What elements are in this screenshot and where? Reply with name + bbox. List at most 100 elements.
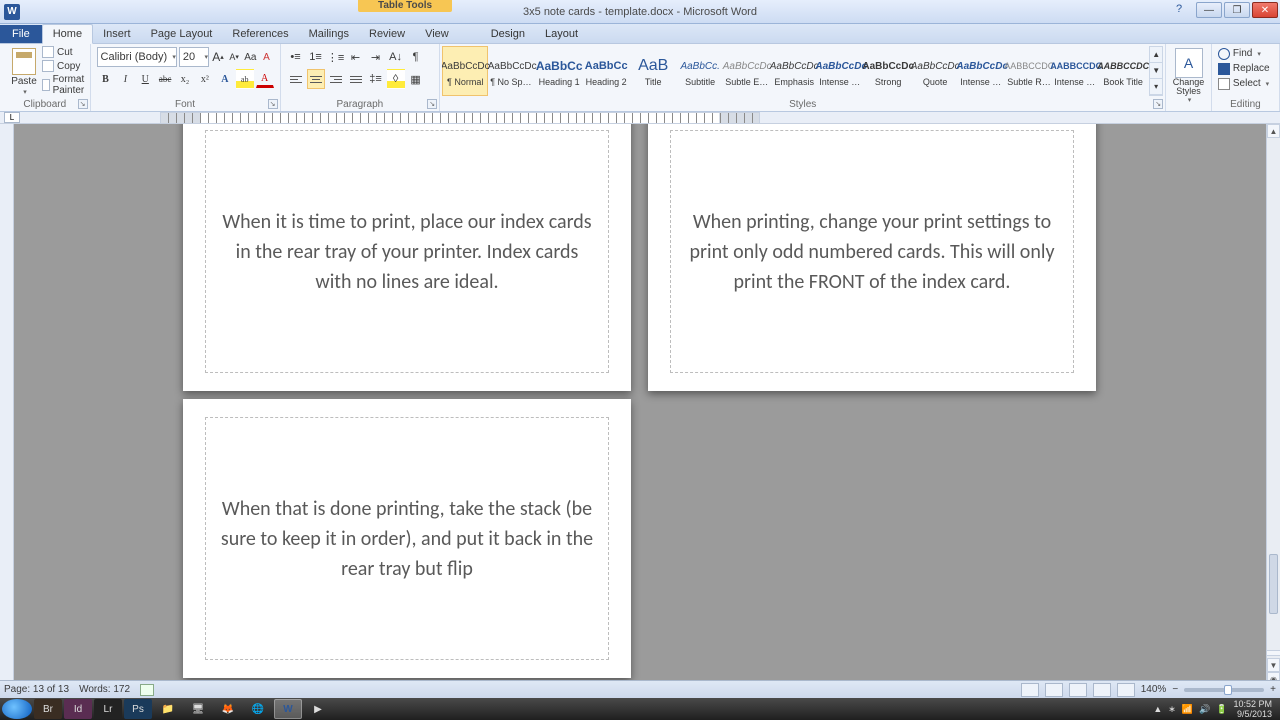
close-button[interactable]: ✕ xyxy=(1252,2,1278,18)
index-card-page[interactable]: When that is done printing, take the sta… xyxy=(183,399,631,678)
scroll-up-button[interactable]: ▲ xyxy=(1267,124,1280,138)
help-icon[interactable]: ? xyxy=(1170,3,1188,15)
font-color-button[interactable]: A xyxy=(256,71,274,88)
style--no-spaci-[interactable]: AaBbCcDc¶ No Spaci... xyxy=(489,46,535,96)
font-size-combo[interactable]: 20▾ xyxy=(179,47,209,67)
styles-dialog-launcher[interactable]: ↘ xyxy=(1153,99,1163,109)
taskbar-app[interactable]: 🌐 xyxy=(244,699,272,719)
font-dialog-launcher[interactable]: ↘ xyxy=(268,99,278,109)
proofing-icon[interactable] xyxy=(140,684,154,696)
underline-button[interactable]: U xyxy=(136,69,154,89)
zoom-in-button[interactable]: + xyxy=(1270,684,1276,695)
format-painter-button[interactable]: Format Painter xyxy=(42,74,90,96)
file-tab[interactable]: File xyxy=(0,25,42,43)
print-layout-view-button[interactable] xyxy=(1021,683,1039,697)
scroll-thumb[interactable] xyxy=(1269,554,1278,614)
minimize-button[interactable]: — xyxy=(1196,2,1222,18)
shading-button[interactable]: ◊ xyxy=(387,69,405,89)
taskbar-app[interactable]: Lr xyxy=(94,699,122,719)
change-styles-button[interactable]: Change Styles ▾ xyxy=(1166,44,1212,111)
increase-indent-button[interactable]: ⇥ xyxy=(367,47,385,67)
sort-button[interactable]: A↓ xyxy=(387,47,405,67)
card-cell[interactable]: When it is time to print, place our inde… xyxy=(205,130,609,373)
italic-button[interactable]: I xyxy=(116,69,134,89)
tab-references[interactable]: References xyxy=(222,25,298,43)
scroll-down-button[interactable]: ▼ xyxy=(1267,658,1280,672)
cut-button[interactable]: Cut xyxy=(42,46,90,58)
text-effects-button[interactable]: A xyxy=(216,69,234,89)
select-button[interactable]: Select▾ xyxy=(1218,76,1273,91)
style-book-title[interactable]: AABBCCDCBook Title xyxy=(1100,46,1146,96)
align-center-button[interactable] xyxy=(307,69,325,89)
line-spacing-button[interactable]: ‡≡ xyxy=(367,69,385,89)
split-handle[interactable] xyxy=(1267,650,1280,656)
shrink-font-button[interactable]: A▾ xyxy=(227,48,241,66)
maximize-button[interactable]: ❐ xyxy=(1224,2,1250,18)
change-case-button[interactable]: Aa xyxy=(243,48,257,66)
full-screen-view-button[interactable] xyxy=(1045,683,1063,697)
decrease-indent-button[interactable]: ⇤ xyxy=(347,47,365,67)
clipboard-dialog-launcher[interactable]: ↘ xyxy=(78,99,88,109)
card-text[interactable]: When printing, change your print setting… xyxy=(681,207,1063,297)
clear-formatting-button[interactable]: A xyxy=(259,48,273,66)
bullets-button[interactable]: •≡ xyxy=(287,47,305,67)
index-card-page[interactable]: When it is time to print, place our inde… xyxy=(183,124,631,391)
card-cell[interactable]: When that is done printing, take the sta… xyxy=(205,417,609,660)
font-name-combo[interactable]: Calibri (Body)▾ xyxy=(97,47,177,67)
align-left-button[interactable] xyxy=(287,69,305,89)
page-indicator[interactable]: Page: 13 of 13 xyxy=(4,684,69,695)
style-strong[interactable]: AaBbCcDcStrong xyxy=(865,46,911,96)
tray-icon[interactable]: ▲ xyxy=(1153,704,1162,714)
borders-button[interactable]: ▦ xyxy=(407,69,425,89)
style-heading-2[interactable]: AaBbCcHeading 2 xyxy=(583,46,629,96)
taskbar-app[interactable]: Ps xyxy=(124,699,152,719)
styles-scroll-down[interactable]: ▼ xyxy=(1150,63,1162,79)
zoom-level[interactable]: 140% xyxy=(1141,684,1167,695)
app-icon[interactable]: W xyxy=(4,4,20,20)
system-tray[interactable]: ▲ ∗ 📶 🔊 🔋 10:52 PM 9/5/2013 xyxy=(1153,699,1278,719)
style-intense-re-[interactable]: AABBCCDCIntense Re... xyxy=(1053,46,1099,96)
taskbar-app[interactable]: 📁 xyxy=(154,699,182,719)
tab-table-layout[interactable]: Layout xyxy=(535,25,588,43)
paragraph-dialog-launcher[interactable]: ↘ xyxy=(427,99,437,109)
subscript-button[interactable]: x₂ xyxy=(176,69,194,89)
taskbar-app[interactable]: ▶ xyxy=(304,699,332,719)
tab-review[interactable]: Review xyxy=(359,25,415,43)
tab-page-layout[interactable]: Page Layout xyxy=(141,25,223,43)
style-heading-1[interactable]: AaBbCcHeading 1 xyxy=(536,46,582,96)
taskbar-app[interactable]: Id xyxy=(64,699,92,719)
style-subtitle[interactable]: AaBbCc.Subtitle xyxy=(677,46,723,96)
network-icon[interactable]: 📶 xyxy=(1182,704,1193,715)
style--normal[interactable]: AaBbCcDc¶ Normal xyxy=(442,46,488,96)
taskbar-app[interactable]: 🦊 xyxy=(214,699,242,719)
show-marks-button[interactable]: ¶ xyxy=(407,47,425,67)
card-cell[interactable]: When printing, change your print setting… xyxy=(670,130,1074,373)
tab-table-design[interactable]: Design xyxy=(481,25,535,43)
style-quote[interactable]: AaBbCcDcQuote xyxy=(912,46,958,96)
tab-mailings[interactable]: Mailings xyxy=(299,25,359,43)
card-text[interactable]: When it is time to print, place our inde… xyxy=(216,207,598,297)
taskbar-word[interactable]: W xyxy=(274,699,302,719)
copy-button[interactable]: Copy xyxy=(42,60,90,72)
style-intense-e-[interactable]: AaBbCcDcIntense E... xyxy=(818,46,864,96)
battery-icon[interactable]: 🔋 xyxy=(1216,704,1227,715)
tab-insert[interactable]: Insert xyxy=(93,25,141,43)
multilevel-list-button[interactable]: ⋮≡ xyxy=(327,47,345,67)
highlight-button[interactable]: ab xyxy=(236,69,254,89)
style-emphasis[interactable]: AaBbCcDcEmphasis xyxy=(771,46,817,96)
draft-view-button[interactable] xyxy=(1117,683,1135,697)
styles-scroll-up[interactable]: ▲ xyxy=(1150,47,1162,63)
align-right-button[interactable] xyxy=(327,69,345,89)
numbering-button[interactable]: 1≡ xyxy=(307,47,325,67)
web-layout-view-button[interactable] xyxy=(1069,683,1087,697)
index-card-page[interactable]: When printing, change your print setting… xyxy=(648,124,1096,391)
clock[interactable]: 10:52 PM 9/5/2013 xyxy=(1233,699,1272,719)
style-subtle-em-[interactable]: AaBbCcDcSubtle Em... xyxy=(724,46,770,96)
superscript-button[interactable]: x² xyxy=(196,69,214,89)
vertical-ruler[interactable] xyxy=(0,124,14,686)
grow-font-button[interactable]: A▴ xyxy=(211,48,225,66)
volume-icon[interactable]: 🔊 xyxy=(1199,704,1210,715)
start-button[interactable] xyxy=(2,699,32,719)
style-subtle-ref-[interactable]: AABBCCDCSubtle Ref... xyxy=(1006,46,1052,96)
zoom-slider[interactable] xyxy=(1184,688,1264,692)
